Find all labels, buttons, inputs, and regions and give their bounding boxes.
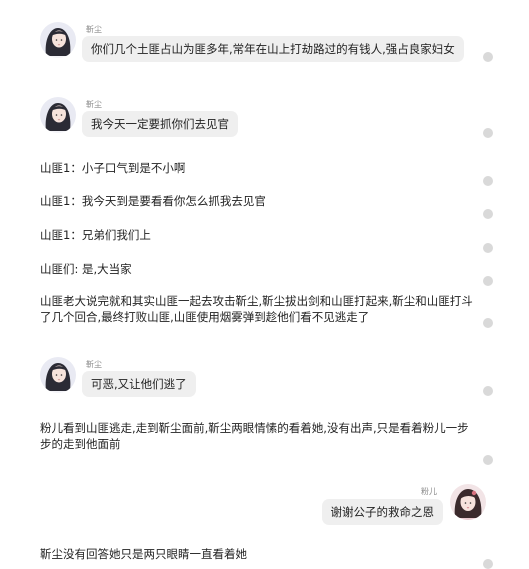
speaker-name: 粉儿 (421, 487, 437, 496)
message-bubble: 我今天一定要抓你们去见官 (82, 111, 238, 137)
scroll-dot[interactable] (483, 455, 493, 465)
scroll-dot[interactable] (483, 176, 493, 186)
dialogue-line: 山匪1：小子口气到是不小啊 (40, 161, 186, 175)
scroll-dot[interactable] (483, 128, 493, 138)
dialogue-line: 山匪们: 是,大当家 (40, 262, 132, 276)
message-bubble: 你们几个土匪占山为匪多年,常年在山上打劫路过的有钱人,强占良家妇女 (82, 36, 464, 62)
avatar-jinchen[interactable] (40, 22, 76, 58)
avatar-jinchen[interactable] (40, 97, 76, 133)
scroll-dot[interactable] (483, 386, 493, 396)
message-bubble: 谢谢公子的救命之恩 (321, 499, 443, 525)
speaker-name: 靳尘 (86, 360, 102, 369)
speaker-name: 靳尘 (86, 25, 102, 34)
avatar-fener[interactable] (450, 484, 486, 520)
scroll-dot[interactable] (483, 243, 493, 253)
scroll-dot[interactable] (483, 559, 493, 569)
dialogue-line: 山匪1：我今天到是要看看你怎么抓我去见官 (40, 194, 266, 208)
scroll-dot[interactable] (483, 209, 493, 219)
dialogue-line: 山匪1：兄弟们我们上 (40, 228, 151, 242)
narration-paragraph: 粉儿看到山匪逃走,走到靳尘面前,靳尘两眼情愫的看着她,没有出声,只是看着粉儿一步… (40, 421, 469, 451)
speaker-name: 靳尘 (86, 100, 102, 109)
narration-paragraph: 山匪老大说完就和其实山匪一起去攻击靳尘,靳尘拔出剑和山匪打起来,靳尘和山匪打斗了… (40, 294, 473, 324)
message-bubble: 可恶,又让他们逃了 (82, 371, 196, 397)
scroll-dot[interactable] (483, 276, 493, 286)
scroll-dot[interactable] (483, 318, 493, 328)
scroll-dot[interactable] (483, 52, 493, 62)
dialogue-line: 靳尘没有回答她只是两只眼睛一直看着她 (40, 547, 247, 561)
avatar-jinchen[interactable] (40, 357, 76, 393)
